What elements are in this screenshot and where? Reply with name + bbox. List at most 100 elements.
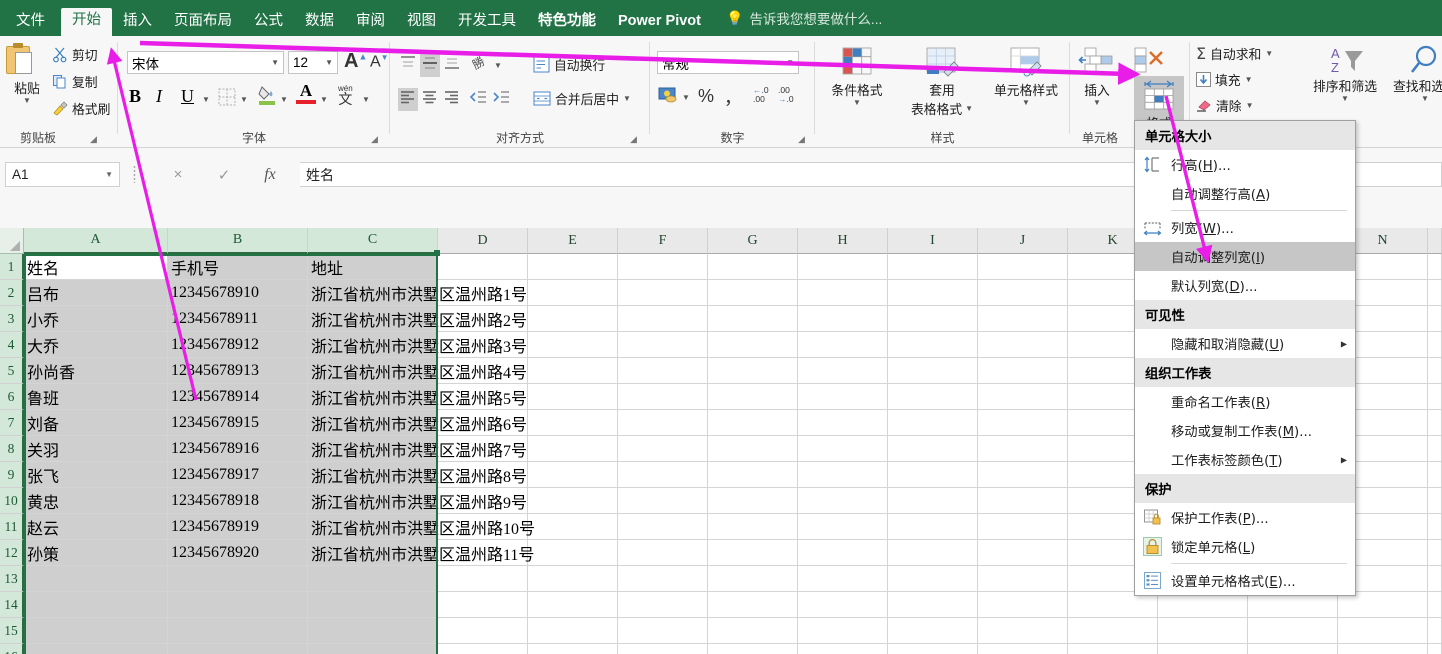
row-header-15[interactable]: 15 — [0, 618, 24, 644]
cell-J14[interactable] — [978, 592, 1068, 618]
cell-A11[interactable]: 赵云 — [24, 514, 168, 540]
cell-C2[interactable]: 浙江省杭州市洪墅区温州路1号 — [308, 280, 438, 306]
cell-E16[interactable] — [528, 644, 618, 654]
cell-F7[interactable] — [618, 410, 708, 436]
tab-special-features[interactable]: 特色功能 — [527, 9, 607, 37]
menu-item-1-0[interactable]: 隐藏和取消隐藏(U)▶ — [1135, 329, 1355, 358]
row-header-14[interactable]: 14 — [0, 592, 24, 618]
cell-F1[interactable] — [618, 254, 708, 280]
row-header-1[interactable]: 1 — [0, 254, 24, 280]
cell-H11[interactable] — [798, 514, 888, 540]
cell-I2[interactable] — [888, 280, 978, 306]
cell-H5[interactable] — [798, 358, 888, 384]
cell-E2[interactable] — [528, 280, 618, 306]
cell-F3[interactable] — [618, 306, 708, 332]
phonetic-guide-button[interactable]: wén 文 — [338, 84, 353, 104]
tab-view[interactable]: 视图 — [396, 9, 447, 37]
cell-E6[interactable] — [528, 384, 618, 410]
menu-item-0-4[interactable]: 默认列宽(D)... — [1135, 271, 1355, 300]
cell-undefined12[interactable] — [1428, 540, 1442, 566]
bold-button[interactable]: B — [129, 86, 141, 107]
cell-B3[interactable]: 12345678911 — [168, 306, 308, 332]
cell-H1[interactable] — [798, 254, 888, 280]
cell-C12[interactable]: 浙江省杭州市洪墅区温州路11号 — [308, 540, 438, 566]
cell-B12[interactable]: 12345678920 — [168, 540, 308, 566]
cell-undefined3[interactable] — [1428, 306, 1442, 332]
cell-F9[interactable] — [618, 462, 708, 488]
insert-cells-button[interactable]: 插入 ▼ — [1072, 46, 1122, 106]
cell-E10[interactable] — [528, 488, 618, 514]
cell-H4[interactable] — [798, 332, 888, 358]
cell-E9[interactable] — [528, 462, 618, 488]
cell-A16[interactable] — [24, 644, 168, 654]
cell-A9[interactable]: 张飞 — [24, 462, 168, 488]
cell-B6[interactable]: 12345678914 — [168, 384, 308, 410]
tab-home[interactable]: 开始 — [61, 8, 112, 37]
cell-F15[interactable] — [618, 618, 708, 644]
cell-G11[interactable] — [708, 514, 798, 540]
tab-page-layout[interactable]: 页面布局 — [163, 9, 243, 37]
cell-undefined9[interactable] — [1428, 462, 1442, 488]
cell-A7[interactable]: 刘备 — [24, 410, 168, 436]
cell-H6[interactable] — [798, 384, 888, 410]
menu-item-2-1[interactable]: 移动或复制工作表(M)... — [1135, 416, 1355, 445]
cell-C10[interactable]: 浙江省杭州市洪墅区温州路9号 — [308, 488, 438, 514]
cell-undefined6[interactable] — [1428, 384, 1442, 410]
cell-A8[interactable]: 关羽 — [24, 436, 168, 462]
cell-G9[interactable] — [708, 462, 798, 488]
column-header-C[interactable]: C — [308, 228, 438, 254]
clipboard-dialog-launcher-icon[interactable]: ◢ — [90, 134, 97, 145]
font-dialog-launcher-icon[interactable]: ◢ — [371, 134, 378, 145]
cell-D15[interactable] — [438, 618, 528, 644]
cell-J9[interactable] — [978, 462, 1068, 488]
row-header-13[interactable]: 13 — [0, 566, 24, 592]
cell-J7[interactable] — [978, 410, 1068, 436]
cell-F13[interactable] — [618, 566, 708, 592]
comma-style-button[interactable]: ， — [724, 84, 742, 110]
cell-B15[interactable] — [168, 618, 308, 644]
cell-H14[interactable] — [798, 592, 888, 618]
row-header-4[interactable]: 4 — [0, 332, 24, 358]
cell-E11[interactable] — [528, 514, 618, 540]
cell-F5[interactable] — [618, 358, 708, 384]
cell-undefined4[interactable] — [1428, 332, 1442, 358]
insert-function-button[interactable]: fx — [247, 166, 293, 184]
cell-H15[interactable] — [798, 618, 888, 644]
column-header-B[interactable]: B — [168, 228, 308, 254]
cell-I5[interactable] — [888, 358, 978, 384]
cell-A15[interactable] — [24, 618, 168, 644]
row-header-3[interactable]: 3 — [0, 306, 24, 332]
cell-F14[interactable] — [618, 592, 708, 618]
cell-C11[interactable]: 浙江省杭州市洪墅区温州路10号 — [308, 514, 438, 540]
cell-C14[interactable] — [308, 592, 438, 618]
cell-B5[interactable]: 12345678913 — [168, 358, 308, 384]
cell-F4[interactable] — [618, 332, 708, 358]
cell-B8[interactable]: 12345678916 — [168, 436, 308, 462]
cell-E14[interactable] — [528, 592, 618, 618]
cell-A13[interactable] — [24, 566, 168, 592]
cell-D1[interactable] — [438, 254, 528, 280]
cell-H10[interactable] — [798, 488, 888, 514]
accounting-format-button[interactable] — [658, 86, 678, 109]
cell-G13[interactable] — [708, 566, 798, 592]
cell-E12[interactable] — [528, 540, 618, 566]
cell-I4[interactable] — [888, 332, 978, 358]
cell-I1[interactable] — [888, 254, 978, 280]
increase-indent-button[interactable] — [491, 88, 511, 111]
cell-C5[interactable]: 浙江省杭州市洪墅区温州路4号 — [308, 358, 438, 384]
cell-J10[interactable] — [978, 488, 1068, 514]
copy-button[interactable]: 复制 — [52, 72, 98, 91]
cell-K16[interactable] — [1068, 644, 1158, 654]
cell-C9[interactable]: 浙江省杭州市洪墅区温州路8号 — [308, 462, 438, 488]
row-header-7[interactable]: 7 — [0, 410, 24, 436]
cell-C6[interactable]: 浙江省杭州市洪墅区温州路5号 — [308, 384, 438, 410]
cell-H13[interactable] — [798, 566, 888, 592]
menu-item-0-1[interactable]: 自动调整行高(A) — [1135, 179, 1355, 208]
name-box[interactable]: A1 ▼ — [5, 162, 120, 187]
cell-E5[interactable] — [528, 358, 618, 384]
align-center-button[interactable] — [420, 88, 440, 111]
cell-E15[interactable] — [528, 618, 618, 644]
cell-A3[interactable]: 小乔 — [24, 306, 168, 332]
cell-J4[interactable] — [978, 332, 1068, 358]
cell-N16[interactable] — [1338, 644, 1428, 654]
